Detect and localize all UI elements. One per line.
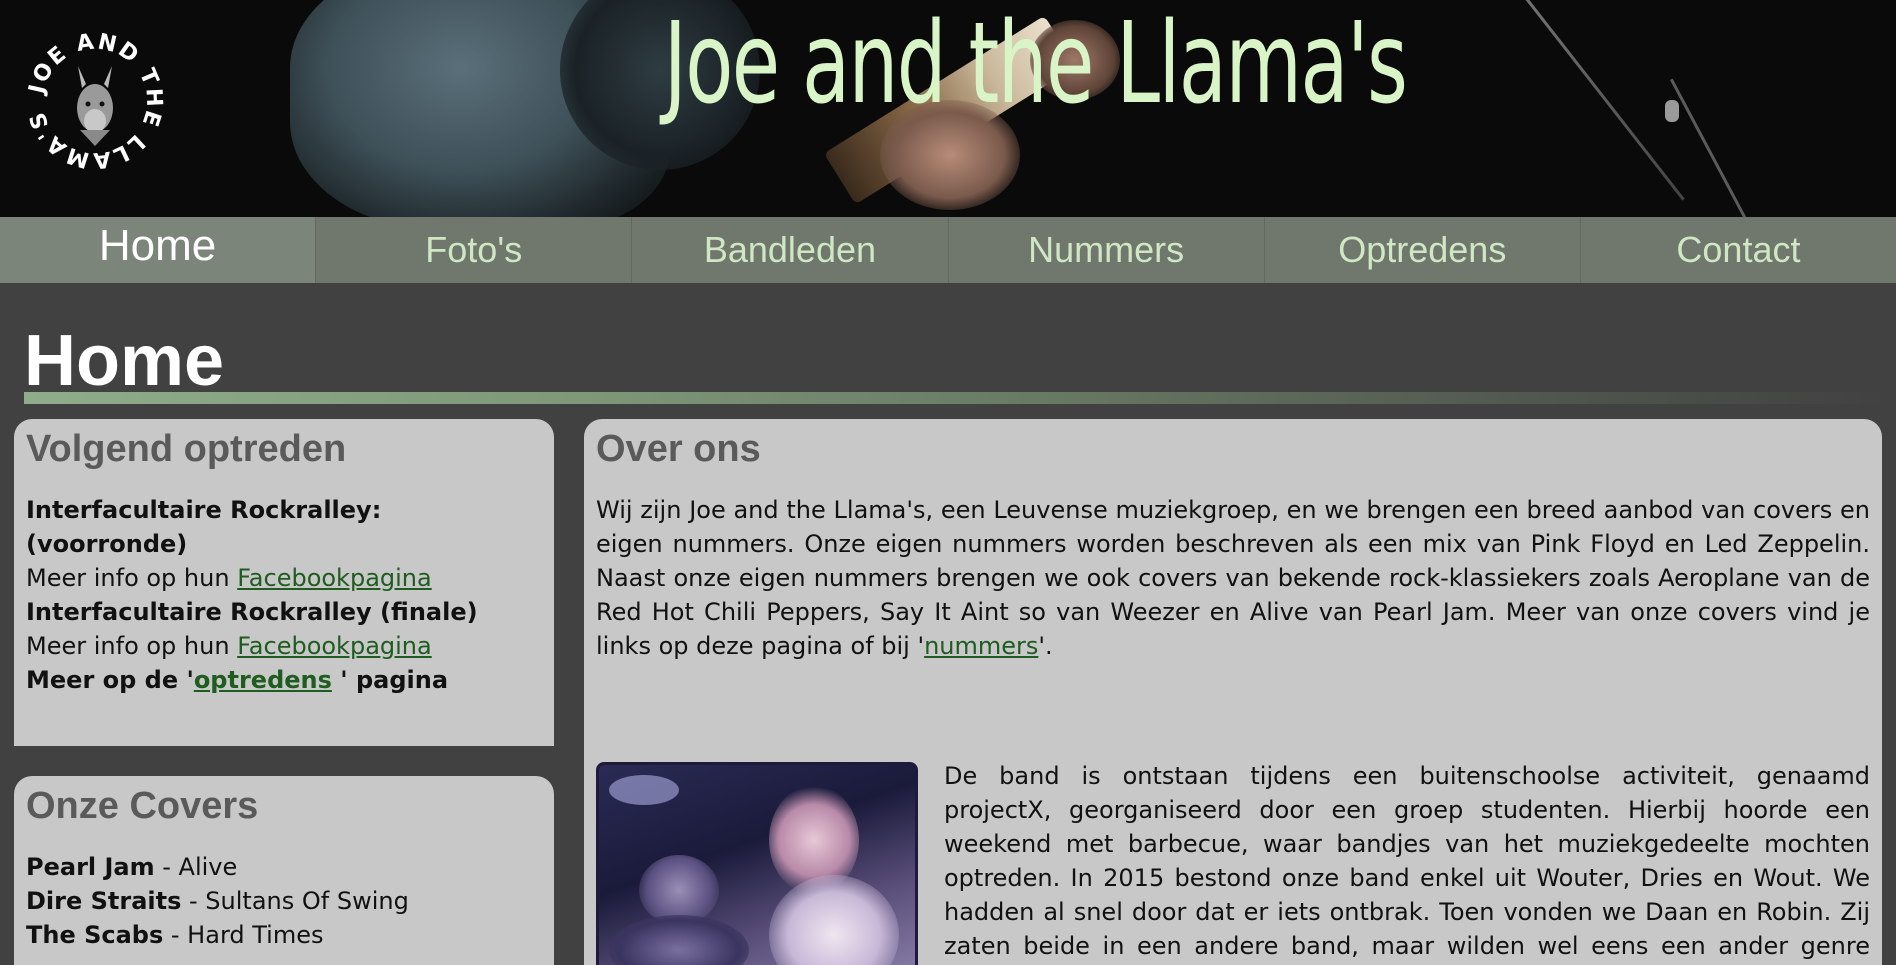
nav-bandleden[interactable]: Bandleden <box>632 217 949 283</box>
covers-heading: Onze Covers <box>26 785 259 827</box>
llama-icon <box>77 66 113 146</box>
title-underline <box>24 392 1884 404</box>
nummers-link[interactable]: nummers <box>924 632 1038 660</box>
about-heading: Over ons <box>596 428 761 470</box>
nav-nummers[interactable]: Nummers <box>949 217 1265 283</box>
more-gigs-line: Meer op de 'optredens ' pagina <box>26 665 449 694</box>
next-gig-panel: Volgend optreden Interfacultaire Rockral… <box>14 419 554 746</box>
nav-home[interactable]: Home <box>0 217 317 283</box>
nav-contact[interactable]: Contact <box>1581 217 1896 283</box>
event-1-facebook-link[interactable]: Facebookpagina <box>237 564 432 592</box>
nav-fotos[interactable]: Foto's <box>316 217 633 283</box>
about-panel: Over ons Wij zijn Joe and the Llama's, e… <box>584 419 1882 965</box>
cover-item: Pearl Jam - Alive <box>26 852 238 881</box>
site-title: Joe and the Llama's <box>663 0 1408 129</box>
cover-item: The Scabs - Hard Times <box>26 920 324 949</box>
event-2-title: Interfacultaire Rockralley (finale) <box>26 597 478 626</box>
site-header: JOE AND THE LLAMA'S Joe and the Llama's <box>0 0 1896 217</box>
about-paragraph-2: De band is ontstaan tijdens een buitensc… <box>944 762 1870 960</box>
event-2-facebook-link[interactable]: Facebookpagina <box>237 632 432 660</box>
band-logo[interactable]: JOE AND THE LLAMA'S <box>20 26 170 176</box>
main-nav: Home Foto's Bandleden Nummers Optredens … <box>0 217 1896 283</box>
cover-item: Dire Straits - Sultans Of Swing <box>26 886 409 915</box>
event-2-info: Meer info op hun Facebookpagina <box>26 631 432 660</box>
nav-optredens[interactable]: Optredens <box>1265 217 1581 283</box>
next-gig-heading: Volgend optreden <box>26 428 347 470</box>
covers-panel: Onze Covers Pearl Jam - Alive Dire Strai… <box>14 776 554 965</box>
event-1-title: Interfacultaire Rockralley: (voorronde) <box>26 495 382 558</box>
about-paragraph-1: Wij zijn Joe and the Llama's, een Leuven… <box>596 495 1870 660</box>
optredens-link[interactable]: optredens <box>194 666 332 694</box>
event-1-info: Meer info op hun Facebookpagina <box>26 563 432 592</box>
band-photo <box>596 762 918 965</box>
page-title: Home <box>24 321 225 401</box>
